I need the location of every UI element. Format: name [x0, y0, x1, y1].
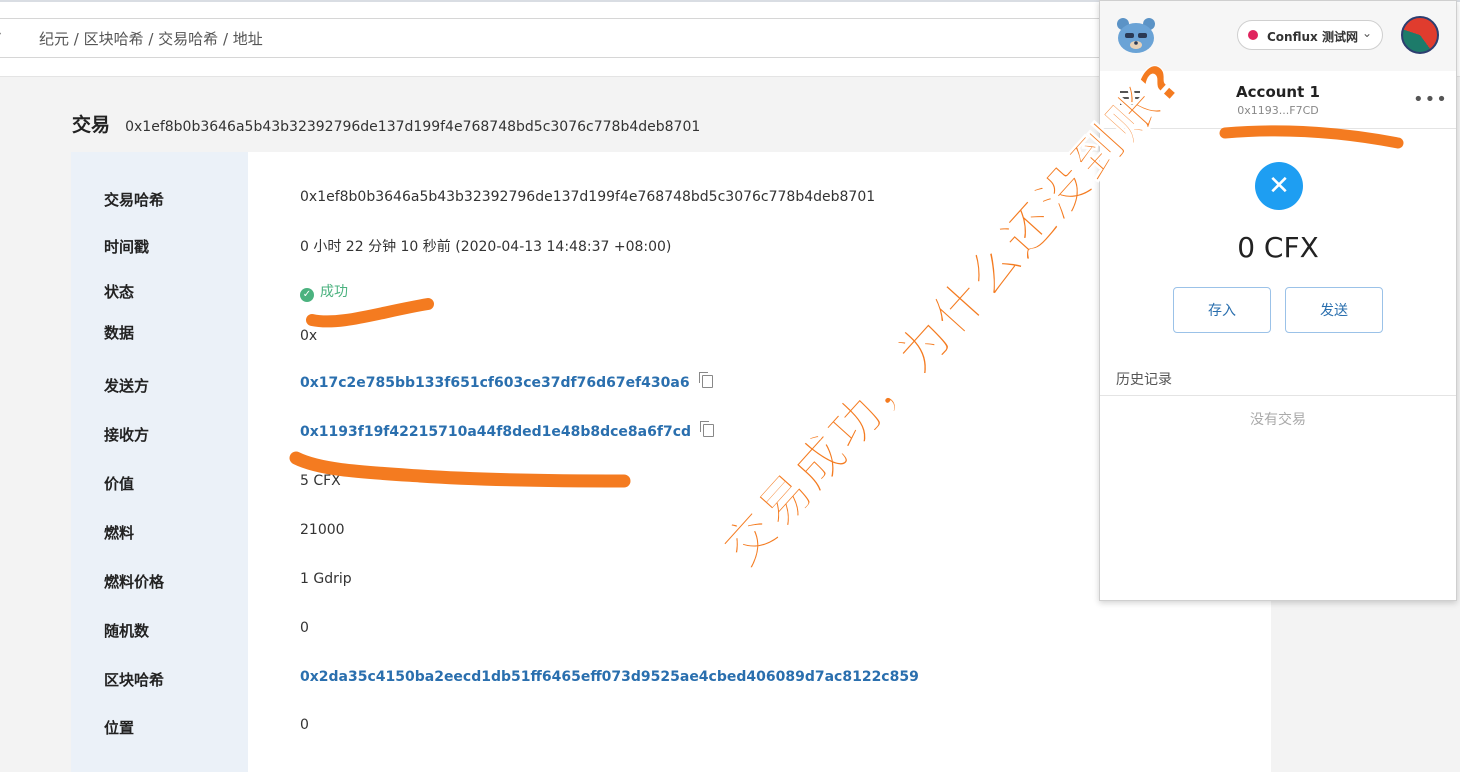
row-gas-price: 燃料价格 1 Gdrip: [71, 569, 1271, 593]
no-transactions-text: 没有交易: [1250, 412, 1306, 428]
divider: [1100, 395, 1456, 396]
copy-icon[interactable]: [700, 421, 715, 437]
row-label: 状态: [104, 283, 135, 301]
row-value: 21000: [300, 522, 345, 538]
row-label: 燃料价格: [104, 573, 165, 591]
breadcrumb: 纪元 / 区块哈希 / 交易哈希 / 地址: [39, 30, 263, 48]
sender-link[interactable]: 0x17c2e785bb133f651cf603ce37df76d67ef430…: [300, 372, 713, 391]
row-label: 随机数: [104, 622, 150, 640]
copy-icon[interactable]: [698, 372, 713, 388]
chevron-down-icon: ⌄: [1361, 26, 1372, 40]
network-status-dot: [1248, 30, 1258, 40]
send-button[interactable]: 发送: [1285, 287, 1383, 333]
chevron-down-icon[interactable]: ▾: [0, 30, 1, 41]
network-name: Conflux 测试网: [1267, 30, 1358, 44]
row-label: 数据: [104, 324, 135, 342]
row-label: 交易哈希: [104, 191, 165, 209]
status-badge: ✓ 成功: [300, 281, 348, 302]
conflux-token-icon: ✕: [1255, 162, 1303, 210]
bear-logo-icon: [1117, 18, 1155, 53]
row-value: 0x: [300, 328, 318, 344]
network-selector[interactable]: Conflux 测试网 ⌄: [1237, 20, 1383, 50]
page-title-label: 交易: [72, 114, 111, 136]
row-value: 0: [300, 717, 309, 733]
row-value: 0 小时 22 分钟 10 秒前 (2020-04-13 14:48:37 +0…: [300, 239, 672, 255]
row-label: 区块哈希: [104, 671, 165, 689]
row-value: 5 CFX: [300, 473, 341, 489]
row-timestamp: 时间戳 0 小时 22 分钟 10 秒前 (2020-04-13 14:48:3…: [71, 234, 1271, 258]
more-options-icon[interactable]: •••: [1413, 89, 1448, 110]
row-gas: 燃料 21000: [71, 520, 1271, 544]
row-nonce: 随机数 0: [71, 618, 1271, 642]
check-circle-icon: ✓: [300, 288, 314, 302]
deposit-button[interactable]: 存入: [1173, 287, 1271, 333]
row-receiver: 接收方 0x1193f19f42215710a44f8ded1e48b8dce8…: [71, 421, 1271, 446]
row-sender: 发送方 0x17c2e785bb133f651cf603ce37df76d67e…: [71, 372, 1271, 397]
page-title-hash: 0x1ef8b0b3646a5b43b32392796de137d199f4e7…: [125, 119, 701, 135]
row-block-hash: 区块哈希 0x2da35c4150ba2eecd1db51ff6465eff07…: [71, 667, 1271, 691]
row-value: 0x1ef8b0b3646a5b43b32392796de137d199f4e7…: [300, 189, 876, 205]
row-label: 时间戳: [104, 238, 150, 256]
row-label: 接收方: [104, 426, 150, 444]
transaction-details-card: 交易哈希 0x1ef8b0b3646a5b43b32392796de137d19…: [71, 152, 1271, 772]
balance: 0 CFX: [1237, 231, 1319, 264]
receiver-link[interactable]: 0x1193f19f42215710a44f8ded1e48b8dce8a6f7…: [300, 421, 715, 440]
row-value: 1 Gdrip: [300, 571, 352, 587]
row-position: 位置 0: [71, 715, 1271, 739]
block-hash-link[interactable]: 0x2da35c4150ba2eecd1db51ff6465eff073d952…: [300, 669, 919, 685]
row-label: 价值: [104, 475, 135, 493]
row-value-amount: 价值 5 CFX: [71, 471, 1271, 495]
receiver-address[interactable]: 0x1193f19f42215710a44f8ded1e48b8dce8a6f7…: [300, 424, 691, 440]
row-label: 燃料: [104, 524, 135, 542]
row-status: 状态 ✓ 成功: [71, 279, 1271, 303]
row-value: 0: [300, 620, 309, 636]
history-label: 历史记录: [1116, 372, 1172, 388]
row-label: 位置: [104, 719, 135, 737]
row-label: 发送方: [104, 377, 150, 395]
status-text: 成功: [320, 284, 348, 300]
account-avatar[interactable]: [1401, 16, 1439, 54]
page-title: 交易 0x1ef8b0b3646a5b43b32392796de137d199f…: [72, 110, 700, 137]
sender-address[interactable]: 0x17c2e785bb133f651cf603ce37df76d67ef430…: [300, 375, 690, 391]
row-data: 数据 0x: [71, 320, 1271, 344]
